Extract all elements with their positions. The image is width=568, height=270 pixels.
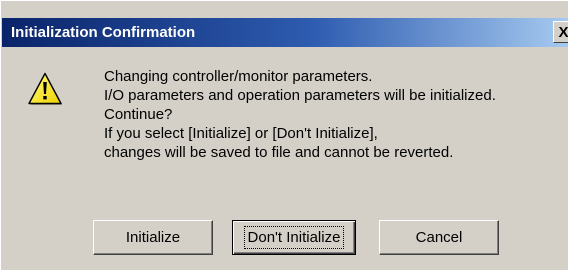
message-line: Continue?	[104, 106, 173, 123]
message-line: changes will be saved to file and cannot…	[104, 144, 454, 161]
confirmation-dialog: Initialization Confirmation X Changing c…	[0, 0, 568, 270]
cancel-button[interactable]: Cancel	[379, 220, 499, 255]
dont-initialize-button[interactable]: Don't Initialize	[232, 220, 356, 255]
dont-initialize-button-label: Don't Initialize	[243, 226, 345, 249]
cancel-button-label: Cancel	[415, 229, 463, 246]
close-button[interactable]: X	[553, 21, 568, 43]
warning-icon	[28, 72, 62, 105]
dialog-message: Changing controller/monitor parameters. …	[104, 67, 496, 162]
dialog-title: Initialization Confirmation	[11, 24, 196, 41]
initialize-button-label: Initialize	[125, 229, 181, 246]
title-bar[interactable]: Initialization Confirmation X	[2, 18, 568, 47]
close-icon: X	[558, 23, 568, 41]
message-line: If you select [Initialize] or [Don't Ini…	[104, 125, 378, 142]
message-line: I/O parameters and operation parameters …	[104, 87, 496, 104]
initialize-button[interactable]: Initialize	[93, 220, 213, 255]
message-line: Changing controller/monitor parameters.	[104, 68, 373, 85]
